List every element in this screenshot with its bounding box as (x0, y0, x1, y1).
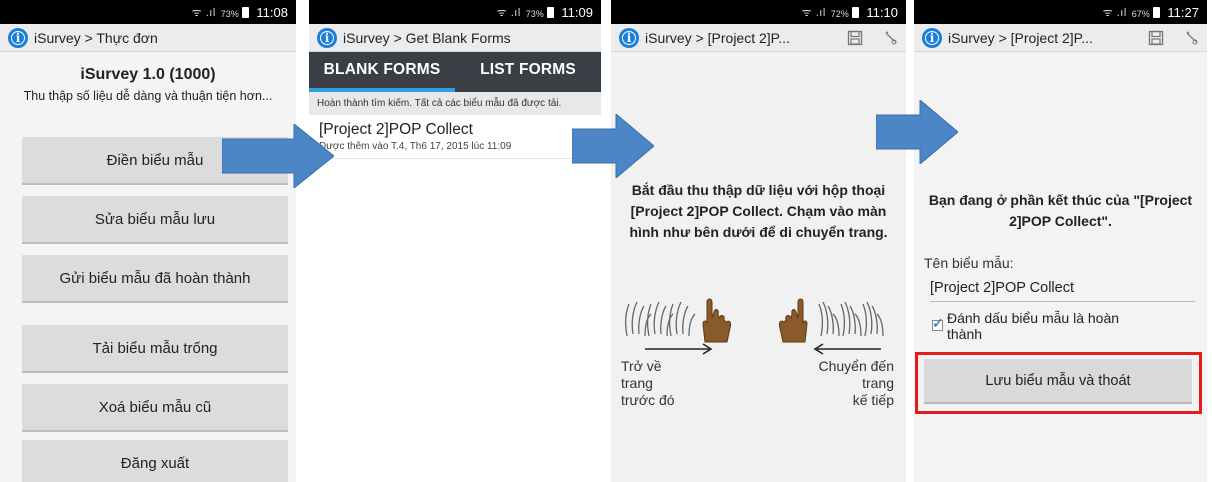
form-end-message: Bạn đang ở phần kết thúc của "[Project 2… (928, 192, 1193, 229)
clock: 11:27 (1167, 4, 1199, 20)
signal-icon: ᯤ .ıl (801, 6, 826, 19)
status-bar: ᯤ .ıl 67% 11:27 (914, 0, 1207, 24)
logout-button[interactable]: Đăng xuất (22, 440, 288, 482)
tab-blank-forms[interactable]: BLANK FORMS (309, 52, 455, 92)
arrow-right-icon (571, 112, 655, 183)
signal-icon: ᯤ .ıl (191, 6, 216, 19)
save-icon[interactable] (840, 30, 870, 46)
action-bar-title: iSurvey > Thực đơn (34, 29, 158, 46)
arrow-right-icon (875, 98, 959, 169)
clock: 11:09 (561, 4, 593, 20)
status-bar: ᯤ .ıl 72% 11:10 (611, 0, 906, 24)
battery-icon: 73% (526, 5, 557, 20)
battery-icon: 67% (1132, 5, 1163, 20)
clock: 11:10 (866, 4, 898, 20)
mark-finalized-checkbox[interactable]: ✓ Đánh dấu biểu mẫu là hoàn thành (932, 310, 1147, 342)
status-bar: ᯤ .ıl 73% 11:08 (0, 0, 296, 24)
checkbox-icon[interactable]: ✓ (932, 315, 944, 331)
action-bar: i iSurvey > [Project 2]P... (611, 24, 906, 52)
screen-form-end: ᯤ .ıl 67% 11:27 i iSurvey > [Project 2]P… (914, 0, 1207, 482)
isurvey-info-icon[interactable]: i (317, 27, 337, 48)
isurvey-info-icon[interactable]: i (619, 27, 639, 48)
sign-icon[interactable] (876, 30, 906, 46)
sign-icon[interactable] (1177, 30, 1207, 46)
battery-icon: 72% (831, 5, 862, 20)
signal-icon: ᯤ .ıl (496, 6, 521, 19)
previous-page-label: Trở về trang trước đó (621, 358, 675, 408)
tab-list-forms[interactable]: LIST FORMS (455, 52, 601, 92)
tab-bar: BLANK FORMS LIST FORMS (309, 52, 601, 92)
action-bar: i iSurvey > [Project 2]P... (914, 24, 1207, 52)
checkbox-label: Đánh dấu biểu mẫu là hoàn thành (947, 310, 1120, 342)
arrow-right-icon (221, 122, 335, 193)
swipe-instruction: Bắt đầu thu thập dữ liệu với hộp thoại [… (629, 182, 888, 240)
swipe-hand-icon (619, 296, 739, 346)
screen-form-start: ᯤ .ıl 72% 11:10 i iSurvey > [Project 2]P… (611, 0, 906, 482)
battery-icon: 73% (221, 5, 252, 20)
app-version-heading: iSurvey 1.0 (1000) (80, 66, 216, 83)
next-page-label: Chuyển đến trang kế tiếp (818, 358, 894, 408)
app-tagline: Thu thập số liệu dễ dàng và thuận tiện h… (23, 89, 273, 103)
screen-get-blank-forms: ᯤ .ıl 73% 11:09 i iSurvey > Get Blank Fo… (309, 0, 601, 482)
delete-form-button[interactable]: Xoá biểu mẫu cũ (22, 384, 288, 432)
status-bar: ᯤ .ıl 73% 11:09 (309, 0, 601, 24)
isurvey-info-icon[interactable]: i (922, 27, 942, 48)
action-bar-title: iSurvey > [Project 2]P... (948, 29, 1093, 46)
form-name-field[interactable]: [Project 2]POP Collect (930, 280, 1195, 302)
list-item[interactable]: [Project 2]POP Collect Được thêm vào T.4… (309, 115, 601, 159)
send-finalized-form-button[interactable]: Gửi biểu mẫu đã hoàn thành (22, 255, 288, 303)
clock: 11:08 (256, 4, 288, 20)
edit-saved-form-button[interactable]: Sửa biểu mẫu lưu (22, 196, 288, 244)
signal-icon: ᯤ .ıl (1102, 6, 1127, 19)
get-blank-form-button[interactable]: Tải biểu mẫu trống (22, 325, 288, 373)
status-notice: Hoàn thành tìm kiếm. Tất cả các biểu mẫu… (309, 92, 601, 115)
form-date: Được thêm vào T.4, Th6 17, 2015 lúc 11:0… (319, 141, 512, 152)
form-name: [Project 2]POP Collect (319, 121, 473, 138)
save-icon[interactable] (1141, 30, 1171, 46)
form-name-label: Tên biểu mẫu: (924, 255, 1014, 271)
action-bar: i iSurvey > Get Blank Forms (309, 24, 601, 52)
swipe-hand-icon (771, 296, 891, 346)
highlight-box (915, 352, 1202, 414)
screen-main-menu: ᯤ .ıl 73% 11:08 i iSurvey > Thực đơn iSu… (0, 0, 296, 482)
action-bar-title: iSurvey > Get Blank Forms (343, 29, 511, 46)
isurvey-info-icon[interactable]: i (8, 27, 28, 48)
action-bar: i iSurvey > Thực đơn (0, 24, 296, 52)
action-bar-title: iSurvey > [Project 2]P... (645, 29, 790, 46)
